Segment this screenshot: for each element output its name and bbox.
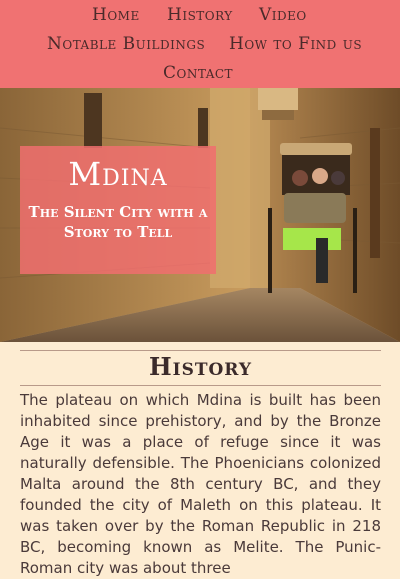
hero-banner: Mdina The Silent City with a Story to Te… — [0, 88, 400, 342]
nav-link-home[interactable]: Home — [92, 7, 140, 24]
nav-link-video[interactable]: Video — [259, 7, 307, 24]
history-heading: History — [20, 350, 381, 386]
nav-link-contact[interactable]: Contact — [163, 65, 233, 82]
history-paragraph: The plateau on which Mdina is built has … — [20, 391, 381, 577]
main-nav: Home History Video Notable Buildings How… — [0, 0, 400, 88]
nav-link-how-to-find-us[interactable]: How to Find us — [229, 36, 362, 53]
hero-caption-box: Mdina The Silent City with a Story to Te… — [20, 146, 216, 274]
hero-title: Mdina — [68, 155, 168, 193]
nav-link-history[interactable]: History — [167, 7, 233, 24]
hero-subtitle: The Silent City with a Story to Tell — [28, 203, 208, 241]
nav-link-notable-buildings[interactable]: Notable Buildings — [47, 36, 205, 53]
